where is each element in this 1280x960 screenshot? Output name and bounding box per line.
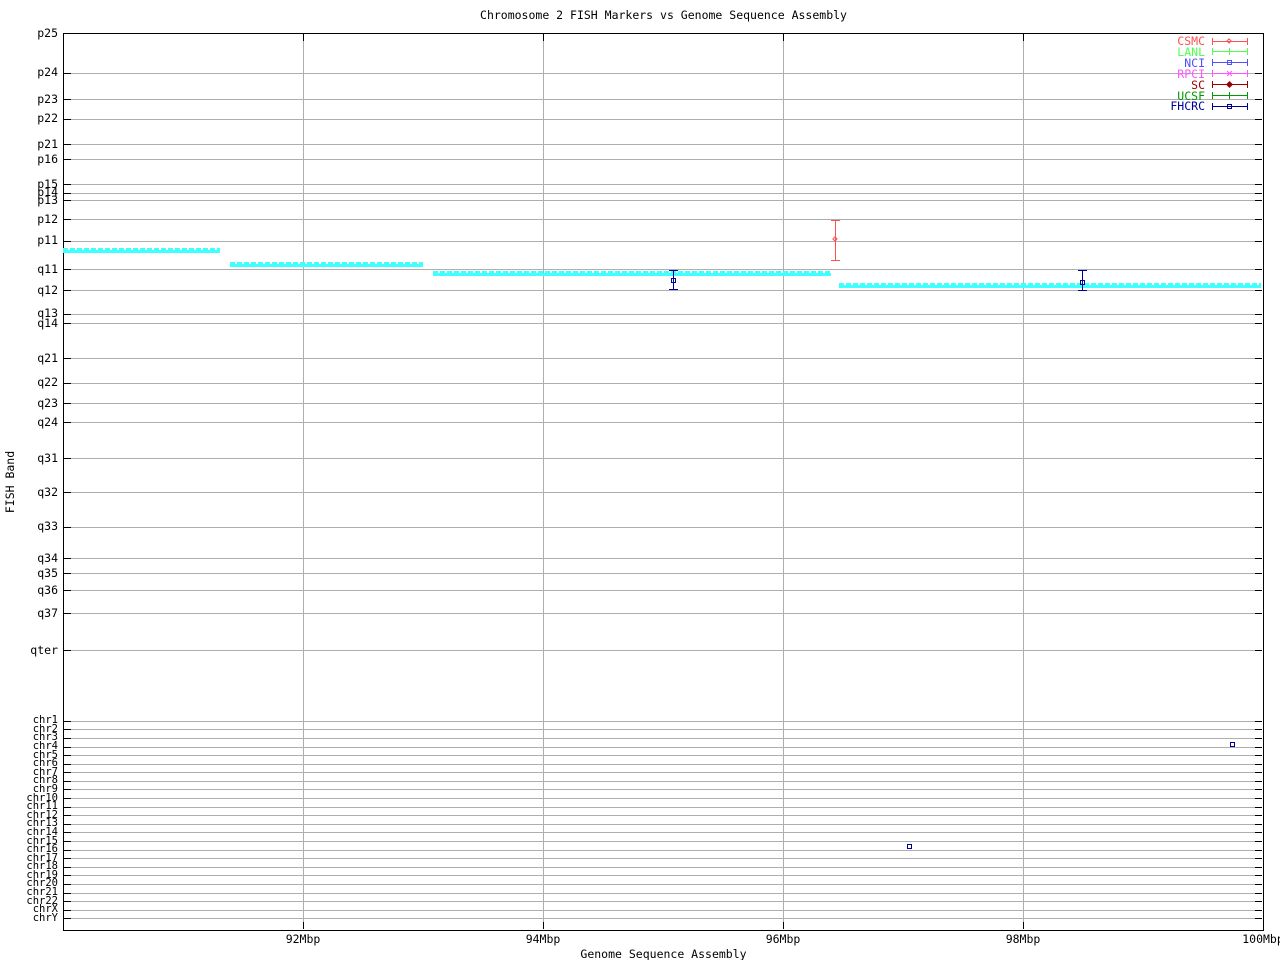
legend-glyph-part <box>1247 81 1248 89</box>
y-band-label: q33 <box>37 519 58 534</box>
y-band-label: q35 <box>37 565 58 580</box>
plus-marker-part <box>1229 92 1230 99</box>
x-tick-label: 94Mbp <box>525 932 561 946</box>
x-axis-title: Genome Sequence Assembly <box>580 947 747 960</box>
y-band-label: chrY <box>32 911 58 924</box>
x-tick-label: 92Mbp <box>285 932 321 946</box>
marker-layer <box>64 34 1263 930</box>
y-band-label: p25 <box>37 25 58 40</box>
y-band-label: q37 <box>37 605 58 620</box>
legend-glyph-part <box>1212 37 1213 45</box>
y-band-label: p11 <box>37 233 58 248</box>
diamond-filled-marker <box>1225 81 1234 89</box>
legend-glyph-part <box>1212 92 1213 99</box>
y-band-label: qter <box>30 642 58 657</box>
legend-glyph <box>1212 59 1248 67</box>
square-open-marker-part <box>1229 742 1235 748</box>
plus-marker <box>1226 92 1233 99</box>
square-open-marker-part <box>670 278 676 284</box>
y-band-label: q34 <box>37 550 58 565</box>
error-bar-part <box>1077 290 1087 291</box>
y-band-label: q12 <box>37 282 58 297</box>
square-open-marker-part <box>1227 60 1232 66</box>
legend-glyph-part <box>1247 59 1248 67</box>
y-band-label: q24 <box>37 414 58 429</box>
square-open-marker <box>1226 59 1233 66</box>
chart-title: Chromosome 2 FISH Markers vs Genome Sequ… <box>480 8 847 22</box>
legend-glyph-part <box>1247 37 1248 45</box>
error-bar-part <box>668 289 678 290</box>
y-band-label: p16 <box>37 151 58 166</box>
square-open-marker <box>1226 103 1233 110</box>
y-band-label: p21 <box>37 136 58 151</box>
y-band-label: p12 <box>37 211 58 226</box>
legend-glyph <box>1212 102 1248 110</box>
diamond-open-marker <box>1226 37 1233 45</box>
y-band-label: q21 <box>37 350 58 365</box>
square-open-marker-part <box>1079 279 1085 285</box>
y-band-label: q31 <box>37 450 58 465</box>
error-bar-part <box>830 259 840 261</box>
square-open-marker <box>1079 279 1086 286</box>
plot-area <box>63 33 1264 931</box>
y-band-label: p22 <box>37 111 58 126</box>
y-band-label: q32 <box>37 484 58 499</box>
legend-glyph-part <box>1247 70 1248 78</box>
legend-glyph <box>1212 48 1248 56</box>
legend-glyph <box>1212 92 1248 99</box>
x-tick-label: 100Mbp <box>1242 932 1280 946</box>
legend-glyph <box>1212 81 1248 89</box>
diamond-filled-marker-part <box>1225 81 1234 89</box>
chromosome-hit-fhcrc <box>906 843 913 850</box>
x-tick-label: 96Mbp <box>765 932 801 946</box>
x-tick-label: 98Mbp <box>1005 932 1041 946</box>
legend-glyph <box>1212 70 1248 78</box>
diamond-open-marker <box>831 236 839 243</box>
legend-glyph-part <box>1247 102 1248 110</box>
legend-glyph-part <box>1247 48 1248 56</box>
chromosome-hit-fhcrc <box>1229 741 1236 748</box>
y-band-label: p24 <box>37 65 58 80</box>
y-band-label: p13 <box>37 192 58 207</box>
y-band-label: q23 <box>37 395 58 410</box>
legend-glyph-part <box>1212 59 1213 67</box>
legend-glyph-part <box>1212 48 1213 56</box>
error-bar-part <box>668 270 678 271</box>
chart-canvas: Chromosome 2 FISH Markers vs Genome Sequ… <box>0 0 1280 960</box>
legend-glyph <box>1212 37 1248 45</box>
legend-glyph-part <box>1212 70 1213 78</box>
y-band-label: q36 <box>37 582 58 597</box>
error-bar-part <box>830 220 840 221</box>
legend-row-fhcrc: FHCRC <box>1170 100 1248 112</box>
cross-marker <box>1226 70 1233 77</box>
legend-label: FHCRC <box>1170 99 1205 114</box>
y-band-label: q11 <box>37 261 58 276</box>
legend-glyph-part <box>1212 81 1213 89</box>
square-open-marker-part <box>1227 103 1232 109</box>
plus-marker <box>1226 48 1233 56</box>
diamond-open-marker-part <box>1226 37 1232 44</box>
y-band-label: p23 <box>37 91 58 106</box>
diamond-open-marker-part <box>831 236 838 243</box>
y-band-label: q22 <box>37 375 58 390</box>
y-band-label: q14 <box>37 315 58 330</box>
error-bar-part <box>1077 270 1087 271</box>
square-open-marker-part <box>907 843 912 849</box>
plus-marker-part <box>1229 48 1230 56</box>
square-open-marker <box>670 277 677 284</box>
legend-glyph-part <box>1247 92 1248 99</box>
legend-glyph-part <box>1212 102 1213 110</box>
